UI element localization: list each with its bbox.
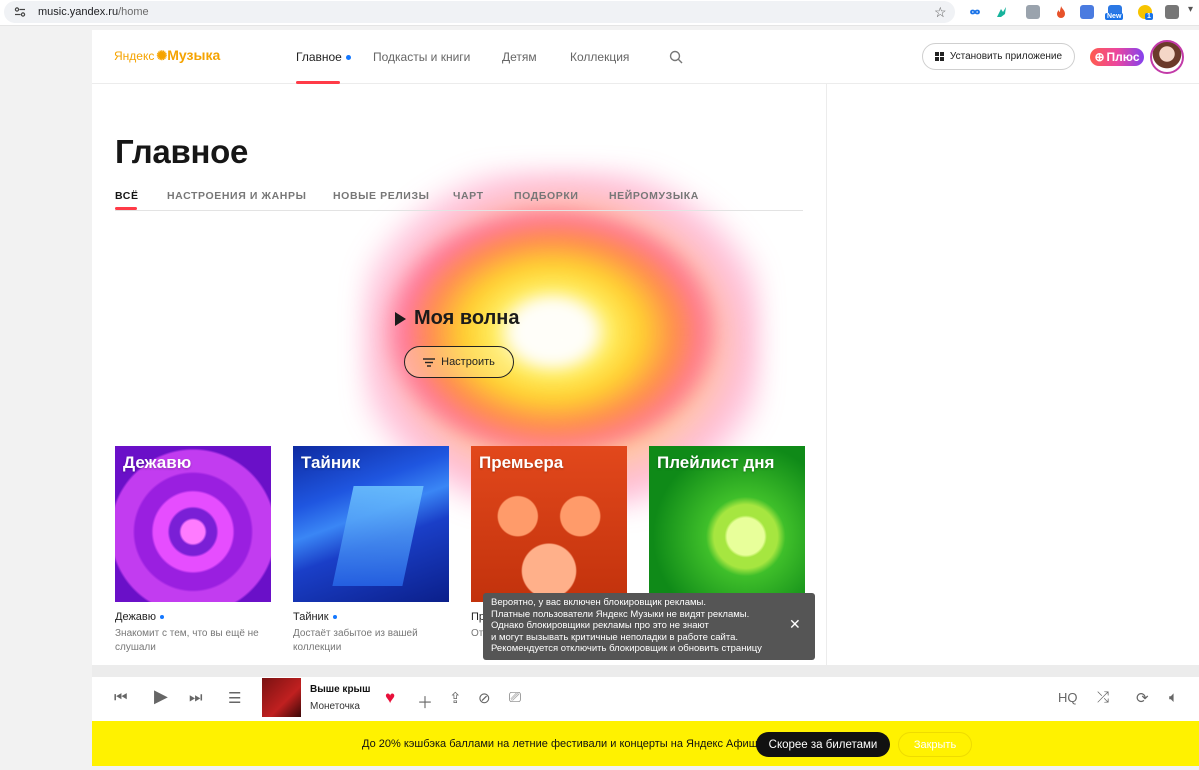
tab-new-releases[interactable]: НОВЫЕ РЕЛИЗЫ bbox=[333, 190, 430, 202]
close-icon[interactable]: ✕ bbox=[789, 617, 801, 630]
next-icon[interactable]: ⏭ bbox=[189, 689, 203, 706]
search-icon[interactable] bbox=[669, 50, 683, 64]
new-dot bbox=[160, 615, 165, 620]
cast-icon[interactable]: ⎚ bbox=[509, 689, 521, 706]
filter-icon bbox=[423, 357, 436, 367]
install-app-button[interactable]: Установить приложение bbox=[922, 43, 1075, 70]
play-icon[interactable]: ▶ bbox=[154, 686, 168, 707]
bookmark-icon[interactable] bbox=[1026, 5, 1040, 19]
notice-line: Платные пользователи Яндекс Музыки не ви… bbox=[491, 608, 750, 620]
my-wave-play[interactable]: Моя волна bbox=[395, 307, 520, 330]
plus-icon: ⊕ bbox=[1094, 50, 1105, 64]
page-title: Главное bbox=[115, 133, 249, 170]
infinity-icon[interactable] bbox=[968, 5, 982, 19]
afisha-banner: До 20% кэшбэка баллами на летние фестива… bbox=[92, 721, 1199, 766]
address-bar[interactable]: music.yandex.ru/home ☆ bbox=[4, 1, 955, 23]
scroll-gutter bbox=[92, 665, 1199, 677]
notice-line: Рекомендуется отключить блокировщик и об… bbox=[491, 643, 762, 654]
nav-dot bbox=[345, 55, 351, 61]
track-artist[interactable]: Монеточка bbox=[310, 701, 360, 712]
stash-cover: Тайник bbox=[293, 446, 449, 602]
card-dejavu[interactable]: Дежавю Дежавю Знакомит с тем, что вы ещё… bbox=[115, 446, 271, 655]
premiere-cover-title: Премьера bbox=[479, 453, 564, 472]
yandex-music-logo[interactable]: Яндекс ✺Музыка bbox=[114, 47, 220, 64]
banner-text: До 20% кэшбэка баллами на летние фестива… bbox=[362, 738, 764, 750]
track-title[interactable]: Выше крыш bbox=[310, 684, 370, 695]
previous-icon[interactable]: ⏮ bbox=[114, 689, 128, 706]
shuffle-icon[interactable]: ⤮ bbox=[1097, 689, 1109, 706]
browser-toolbar: music.yandex.ru/home ☆ New 1 ▾ bbox=[0, 0, 1199, 26]
card-stash[interactable]: Тайник Тайник Достаёт забытое из вашей к… bbox=[293, 446, 449, 655]
nav-home[interactable]: Главное bbox=[296, 50, 351, 64]
count-badge: 1 bbox=[1145, 13, 1153, 20]
stash-name: Тайник bbox=[293, 611, 449, 623]
avatar[interactable] bbox=[1150, 40, 1184, 74]
plus-label: Плюс bbox=[1106, 50, 1140, 64]
translate-icon[interactable] bbox=[1080, 5, 1094, 19]
plus-button[interactable]: ⊕ Плюс bbox=[1090, 48, 1144, 66]
share-icon[interactable]: ⇪ bbox=[449, 689, 462, 707]
banner-close-button[interactable]: Закрыть bbox=[898, 732, 972, 757]
music-page: Яндекс ✺Музыка Главное Подкасты и книги Д… bbox=[92, 30, 1199, 665]
site-settings-icon[interactable] bbox=[14, 6, 26, 18]
tune-button[interactable]: Настроить bbox=[404, 346, 514, 378]
tab-moods-genres[interactable]: НАСТРОЕНИЯ И ЖАНРЫ bbox=[167, 190, 306, 202]
play-icon bbox=[395, 311, 406, 326]
tab-active-underline bbox=[115, 207, 137, 210]
notice-line: Однако блокировщики рекламы про это не з… bbox=[491, 620, 709, 631]
volume-icon[interactable]: 🔈︎ bbox=[1169, 689, 1178, 706]
windows-icon bbox=[934, 52, 944, 61]
stash-desc: Достаёт забытое из вашей коллекции bbox=[293, 628, 418, 653]
stash-cover-title: Тайник bbox=[301, 453, 361, 472]
notice-line: и могут вызывать критичные неполадки в р… bbox=[491, 631, 738, 643]
playlist-of-day-cover: Плейлист дня bbox=[649, 446, 805, 602]
nav-active-underline bbox=[296, 81, 340, 84]
install-app-label: Установить приложение bbox=[949, 51, 1063, 62]
queue-icon[interactable]: ☰ bbox=[228, 689, 241, 707]
fire-icon[interactable] bbox=[1054, 5, 1068, 19]
hq-toggle[interactable]: HQ bbox=[1058, 690, 1078, 705]
repeat-icon[interactable]: ⟳ bbox=[1136, 689, 1149, 707]
dislike-icon[interactable]: ⊘ bbox=[478, 689, 491, 707]
hummingbird-icon[interactable] bbox=[994, 5, 1008, 19]
nav-collection[interactable]: Коллекция bbox=[570, 50, 629, 64]
bookmark-star-icon[interactable]: ☆ bbox=[934, 4, 947, 21]
like-heart-icon[interactable]: ♥ bbox=[385, 688, 395, 708]
new-dot bbox=[332, 615, 337, 620]
puzzle-icon[interactable] bbox=[1165, 5, 1179, 19]
track-cover[interactable] bbox=[262, 678, 301, 717]
my-wave-label: Моя волна bbox=[414, 307, 520, 329]
get-tickets-button[interactable]: Скорее за билетами bbox=[756, 732, 890, 757]
category-tabs: ВСЁ НАСТРОЕНИЯ И ЖАНРЫ НОВЫЕ РЕЛИЗЫ ЧАРТ… bbox=[115, 190, 803, 211]
nav-kids[interactable]: Детям bbox=[502, 50, 537, 64]
tab-chart[interactable]: ЧАРТ bbox=[453, 190, 484, 202]
site-header: Яндекс ✺Музыка Главное Подкасты и книги Д… bbox=[92, 30, 1199, 84]
adblock-notice: Вероятно, у вас включен блокировщик рекл… bbox=[483, 593, 815, 660]
notice-line: Вероятно, у вас включен блокировщик рекл… bbox=[491, 597, 706, 608]
nav-podcasts[interactable]: Подкасты и книги bbox=[373, 50, 470, 64]
add-icon[interactable]: ＋ bbox=[417, 689, 433, 713]
tune-label: Настроить bbox=[441, 356, 495, 368]
playlist-of-day-cover-title: Плейлист дня bbox=[657, 453, 775, 472]
player-bar: ⏮ ▶ ⏭ ☰ Выше крыш Монеточка ♥ ＋ ⇪ ⊘ ⎚ HQ… bbox=[92, 677, 1199, 721]
dejavu-cover: Дежавю bbox=[115, 446, 271, 602]
content-divider bbox=[826, 84, 827, 665]
menu-chevron-icon[interactable]: ▾ bbox=[1188, 4, 1199, 18]
new-badge: New bbox=[1105, 13, 1124, 20]
card-playlist-of-day[interactable]: Плейлист дня bbox=[649, 446, 805, 602]
tab-neuromusic[interactable]: НЕЙРОМУЗЫКА bbox=[609, 190, 699, 202]
dejavu-desc: Знакомит с тем, что вы ещё не слушали bbox=[115, 628, 259, 653]
dejavu-name: Дежавю bbox=[115, 611, 271, 623]
tab-collections[interactable]: ПОДБОРКИ bbox=[514, 190, 579, 202]
tab-all[interactable]: ВСЁ bbox=[115, 190, 139, 202]
premiere-cover: Премьера bbox=[471, 446, 627, 602]
dejavu-cover-title: Дежавю bbox=[123, 453, 192, 472]
sun-icon: ✺ bbox=[156, 48, 168, 63]
url-text: music.yandex.ru/home bbox=[38, 6, 149, 18]
